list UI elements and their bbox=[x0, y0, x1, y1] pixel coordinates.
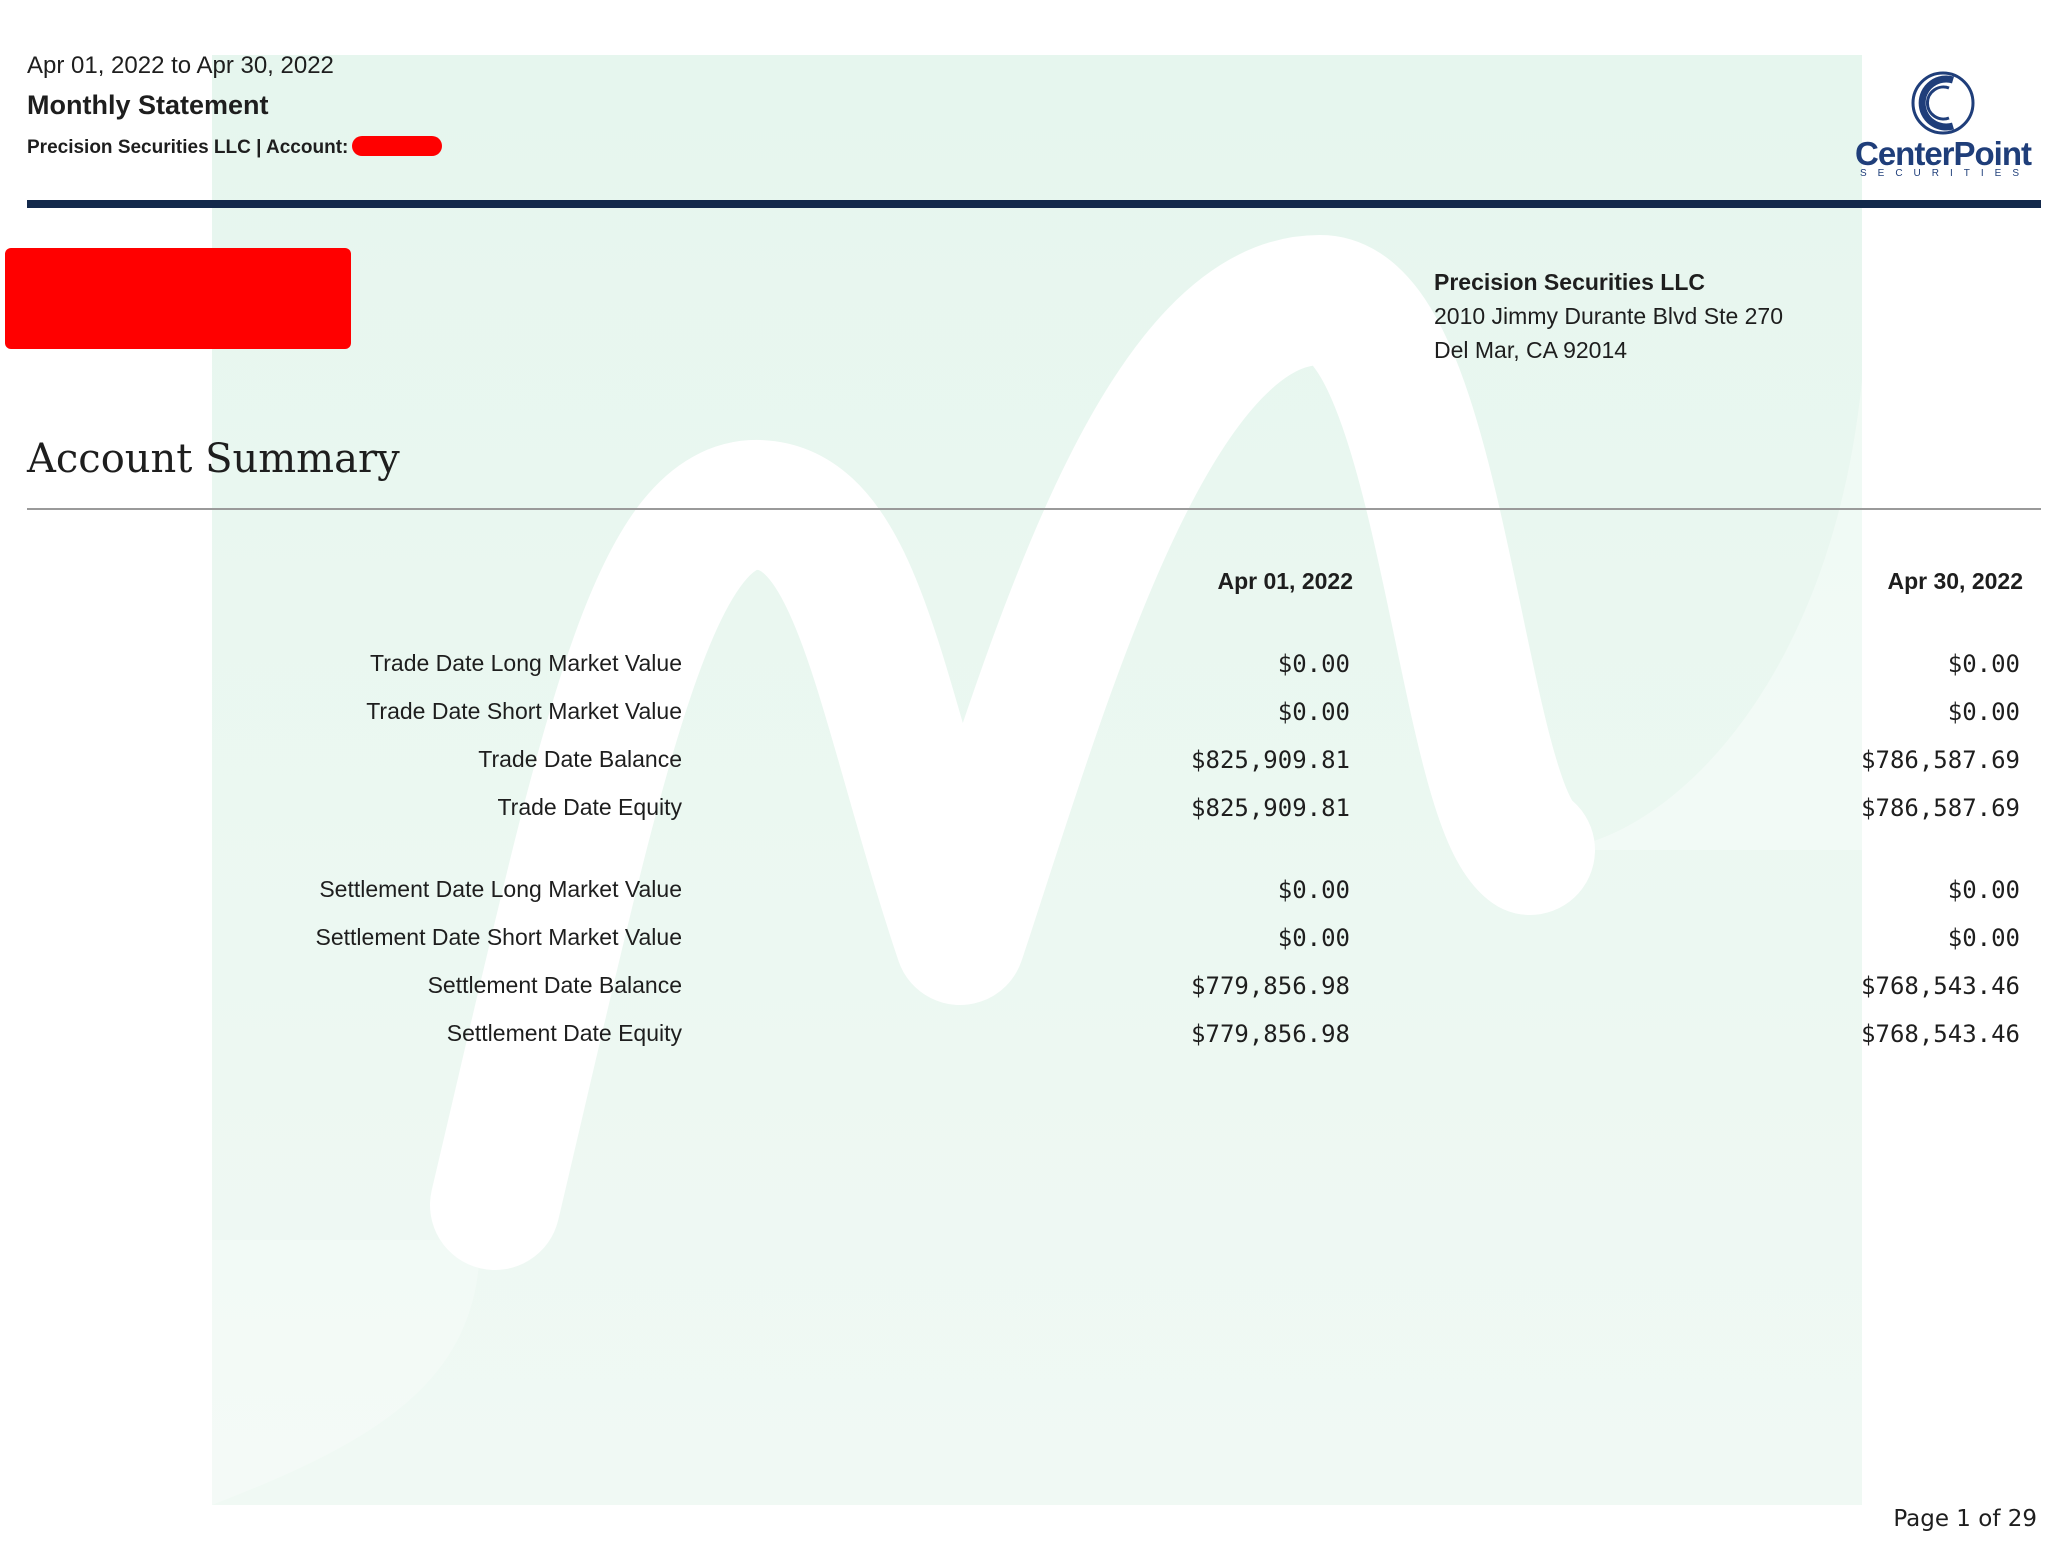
centerpoint-c-logo-icon bbox=[1911, 71, 1975, 135]
broker-address-line2: Del Mar, CA 92014 bbox=[1434, 337, 1628, 363]
row-label: Trade Date Equity bbox=[497, 794, 682, 820]
row-end-value: $786,587.69 bbox=[1861, 794, 2020, 822]
row-start-value: $0.00 bbox=[1277, 650, 1350, 678]
row-start-value: $779,856.98 bbox=[1191, 1020, 1350, 1048]
account-line-text: Precision Securities LLC | Account: bbox=[27, 137, 349, 158]
logo-tagline: SECURITIES bbox=[1859, 168, 2030, 179]
row-end-value: $0.00 bbox=[1947, 924, 2020, 952]
row-label: Trade Date Short Market Value bbox=[366, 698, 682, 724]
row-label: Trade Date Balance bbox=[478, 746, 682, 772]
section-divider bbox=[27, 508, 2041, 510]
row-label: Settlement Date Equity bbox=[446, 1020, 682, 1046]
row-start-value: $0.00 bbox=[1277, 924, 1350, 952]
column-header-start-date: Apr 01, 2022 bbox=[1217, 568, 1353, 594]
row-label: Settlement Date Short Market Value bbox=[315, 924, 682, 950]
header-divider bbox=[27, 200, 2041, 208]
summary-row: Trade Date Short Market Value $0.00 $0.0… bbox=[0, 698, 2057, 738]
account-summary-title: Account Summary bbox=[27, 436, 400, 482]
row-start-value: $0.00 bbox=[1277, 876, 1350, 904]
redacted-recipient-address bbox=[5, 248, 351, 349]
centerpoint-logo: CenterPoint SECURITIES bbox=[1845, 70, 2041, 180]
summary-row: Settlement Date Balance $779,856.98 $768… bbox=[0, 972, 2057, 1012]
summary-row: Trade Date Long Market Value $0.00 $0.00 bbox=[0, 650, 2057, 690]
row-label: Trade Date Long Market Value bbox=[370, 650, 682, 676]
summary-row: Trade Date Equity $825,909.81 $786,587.6… bbox=[0, 794, 2057, 834]
broker-name: Precision Securities LLC bbox=[1434, 269, 1705, 295]
page-number: Page 1 of 29 bbox=[1893, 1506, 2037, 1532]
row-label: Settlement Date Balance bbox=[427, 972, 682, 998]
row-end-value: $768,543.46 bbox=[1861, 972, 2020, 1000]
row-end-value: $768,543.46 bbox=[1861, 1020, 2020, 1048]
row-end-value: $0.00 bbox=[1947, 876, 2020, 904]
statement-date-range: Apr 01, 2022 to Apr 30, 2022 bbox=[27, 52, 334, 79]
row-start-value: $779,856.98 bbox=[1191, 972, 1350, 1000]
broker-address: Precision Securities LLC 2010 Jimmy Dura… bbox=[1434, 265, 1783, 367]
row-start-value: $825,909.81 bbox=[1191, 794, 1350, 822]
redacted-account-number bbox=[352, 136, 443, 156]
row-label: Settlement Date Long Market Value bbox=[319, 876, 682, 902]
column-header-end-date: Apr 30, 2022 bbox=[1887, 568, 2023, 594]
statement-title: Monthly Statement bbox=[27, 90, 269, 120]
summary-row: Settlement Date Short Market Value $0.00… bbox=[0, 924, 2057, 964]
summary-row: Trade Date Balance $825,909.81 $786,587.… bbox=[0, 746, 2057, 786]
row-end-value: $786,587.69 bbox=[1861, 746, 2020, 774]
row-start-value: $825,909.81 bbox=[1191, 746, 1350, 774]
row-end-value: $0.00 bbox=[1947, 698, 2020, 726]
summary-row: Settlement Date Equity $779,856.98 $768,… bbox=[0, 1020, 2057, 1060]
row-start-value: $0.00 bbox=[1277, 698, 1350, 726]
row-end-value: $0.00 bbox=[1947, 650, 2020, 678]
statement-page: Apr 01, 2022 to Apr 30, 2022 Monthly Sta… bbox=[0, 0, 2057, 1560]
broker-address-line1: 2010 Jimmy Durante Blvd Ste 270 bbox=[1434, 303, 1784, 329]
summary-row: Settlement Date Long Market Value $0.00 … bbox=[0, 876, 2057, 916]
account-line: Precision Securities LLC | Account: bbox=[27, 136, 443, 159]
